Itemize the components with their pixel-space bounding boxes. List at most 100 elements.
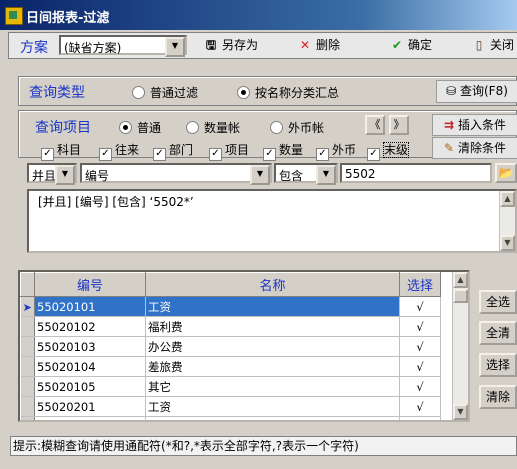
cell-name[interactable]: 办公费 (145, 336, 400, 357)
checkbox-department[interactable]: ✓ 部门 (153, 141, 193, 161)
textarea-scrollbar[interactable]: ▲ ▼ (499, 191, 515, 251)
door-icon: ▯ (475, 38, 483, 52)
checkbox-project[interactable]: ✓ 项目 (209, 141, 249, 161)
prev-button[interactable]: 《 (365, 115, 385, 135)
scroll-thumb[interactable] (453, 289, 468, 303)
app-icon (5, 7, 23, 25)
table-row[interactable]: 55020105 其它 √ (20, 376, 441, 397)
column-header-select[interactable]: 选择 (399, 272, 441, 297)
checkbox-foreign-currency[interactable]: ✓ 外币 (316, 141, 356, 161)
cell-name[interactable]: 福利费 (145, 316, 400, 337)
cell-code[interactable]: 55020201 (34, 396, 146, 417)
column-header-name[interactable]: 名称 (145, 272, 400, 297)
table-row[interactable]: 55020104 差旅费 √ (20, 356, 441, 377)
cell-select[interactable]: √ (399, 356, 441, 377)
next-button[interactable]: 》 (389, 115, 409, 135)
title-bar: 日间报表-过滤 (0, 0, 517, 30)
cell-select[interactable]: √ (399, 296, 441, 317)
row-indicator (20, 336, 35, 357)
save-icon: 🖫 (205, 38, 217, 52)
table-row[interactable]: 55020102 福利费 √ (20, 316, 441, 337)
query-items-panel: 查询项目 普通 数量帐 外币帐 《 》 ⇉ 插入条件 ✎ 清除条件 ✓ 科目 ✓ 往… (18, 110, 517, 161)
checkmark-icon: ✔ (391, 38, 403, 52)
row-indicator (20, 356, 35, 377)
insert-condition-button[interactable]: ⇉ 插入条件 (432, 114, 517, 136)
cell-select[interactable]: √ (399, 316, 441, 337)
cell-name[interactable]: 工资 (145, 396, 400, 417)
cell-select[interactable]: √ (399, 336, 441, 357)
status-hint: 提示:模糊查询请使用通配符(*和?,*表示全部字符,?表示一个字符) (13, 439, 359, 453)
checkbox-quantity[interactable]: ✓ 数量 (263, 141, 303, 161)
logic-select[interactable]: 并且 ▼ (27, 163, 77, 185)
select-button[interactable]: 选择 (479, 353, 517, 377)
row-indicator (20, 316, 35, 337)
folder-open-icon: 📂 (498, 166, 514, 180)
row-indicator: ➤ (20, 296, 35, 317)
cell-code[interactable]: 55020103 (34, 336, 146, 357)
scroll-up-arrow[interactable]: ▲ (500, 191, 515, 207)
binoculars-icon: ⛁ (446, 84, 457, 98)
clear-button[interactable]: 清除 (479, 385, 517, 409)
radio-normal-filter[interactable]: 普通过滤 (132, 84, 198, 101)
table-row[interactable]: 55020202福利费√ (20, 416, 441, 420)
cell-code[interactable]: 55020104 (34, 356, 146, 377)
clear-condition-button[interactable]: ✎ 清除条件 (432, 137, 517, 159)
grid-scrollbar[interactable]: ▲ ▼ (452, 272, 468, 420)
scroll-down-arrow[interactable]: ▼ (500, 235, 515, 251)
chevron-down-icon[interactable]: ▼ (55, 165, 75, 185)
row-indicator (20, 376, 35, 397)
radio-quantity-account[interactable]: 数量帐 (186, 119, 240, 136)
delete-button[interactable]: ✕ 删除 (297, 34, 340, 58)
results-table: 编号 名称 选择 ➤ 55020101 工资 √ 55020102 福利费 √ 5502010… (20, 272, 441, 420)
cell-name[interactable]: 福利费 (145, 416, 400, 420)
row-indicator (20, 396, 35, 417)
cell-code[interactable]: 55020202 (34, 416, 146, 420)
cell-code[interactable]: 55020101 (34, 296, 146, 317)
clear-all-button[interactable]: 全清 (479, 321, 517, 345)
field-select[interactable]: 编号 ▼ (80, 163, 272, 185)
radio-group-by-name[interactable]: 按名称分类汇总 (237, 84, 339, 101)
table-row[interactable]: 55020201 工资 √ (20, 396, 441, 417)
scroll-up-arrow[interactable]: ▲ (453, 272, 468, 288)
cell-name[interactable]: 工资 (145, 296, 400, 317)
query-button[interactable]: ⛁ 查询(F8) (436, 80, 517, 103)
table-row[interactable]: 55020103 办公费 √ (20, 336, 441, 357)
condition-text: [并且] [编号] [包含] ‘5502*’ (38, 195, 194, 209)
eraser-icon: ✎ (444, 141, 455, 155)
checkbox-contacts[interactable]: ✓ 往来 (99, 141, 139, 161)
current-row-arrow-icon: ➤ (22, 300, 32, 314)
folder-button[interactable]: 📂 (495, 163, 517, 183)
close-button[interactable]: ▯ 关闭 (471, 34, 514, 58)
cell-code[interactable]: 55020102 (34, 316, 146, 337)
radio-normal[interactable]: 普通 (119, 119, 161, 136)
cell-select[interactable]: √ (399, 416, 441, 420)
header-indicator (20, 272, 35, 297)
cell-name[interactable]: 差旅费 (145, 356, 400, 377)
scroll-down-arrow[interactable]: ▼ (453, 404, 468, 420)
cell-select[interactable]: √ (399, 396, 441, 417)
cell-name[interactable]: 其它 (145, 376, 400, 397)
table-row[interactable]: ➤ 55020101 工资 √ (20, 296, 441, 317)
chevron-down-icon[interactable]: ▼ (165, 37, 185, 57)
window-title: 日间报表-过滤 (26, 11, 110, 26)
column-header-code[interactable]: 编号 (34, 272, 146, 297)
value-input[interactable]: 5502 (340, 163, 492, 183)
operator-select[interactable]: 包含 ▼ (274, 163, 338, 185)
chevron-down-icon[interactable]: ▼ (250, 165, 270, 185)
close-icon: ✕ (299, 38, 311, 52)
select-all-button[interactable]: 全选 (479, 290, 517, 314)
scheme-select[interactable]: (缺省方案) ▼ (59, 35, 187, 57)
toolbar: 方案 (缺省方案) ▼ 🖫 另存为 ✕ 删除 ✔ 确定 ▯ 关闭 (8, 32, 517, 59)
checkbox-subject[interactable]: ✓ 科目 (41, 141, 81, 161)
query-type-label: 查询类型 (29, 85, 85, 101)
save-as-button[interactable]: 🖫 另存为 (203, 34, 258, 58)
confirm-button[interactable]: ✔ 确定 (389, 34, 432, 58)
chevron-down-icon[interactable]: ▼ (316, 165, 336, 185)
condition-textarea[interactable]: [并且] [编号] [包含] ‘5502*’ ▲ ▼ (27, 189, 517, 253)
query-type-panel: 查询类型 普通过滤 按名称分类汇总 ⛁ 查询(F8) (18, 76, 517, 106)
cell-code[interactable]: 55020105 (34, 376, 146, 397)
cell-select[interactable]: √ (399, 376, 441, 397)
checkbox-last-level[interactable]: ✓ 末级 (367, 141, 410, 161)
row-indicator (20, 416, 35, 420)
radio-foreign-currency[interactable]: 外币帐 (270, 119, 324, 136)
